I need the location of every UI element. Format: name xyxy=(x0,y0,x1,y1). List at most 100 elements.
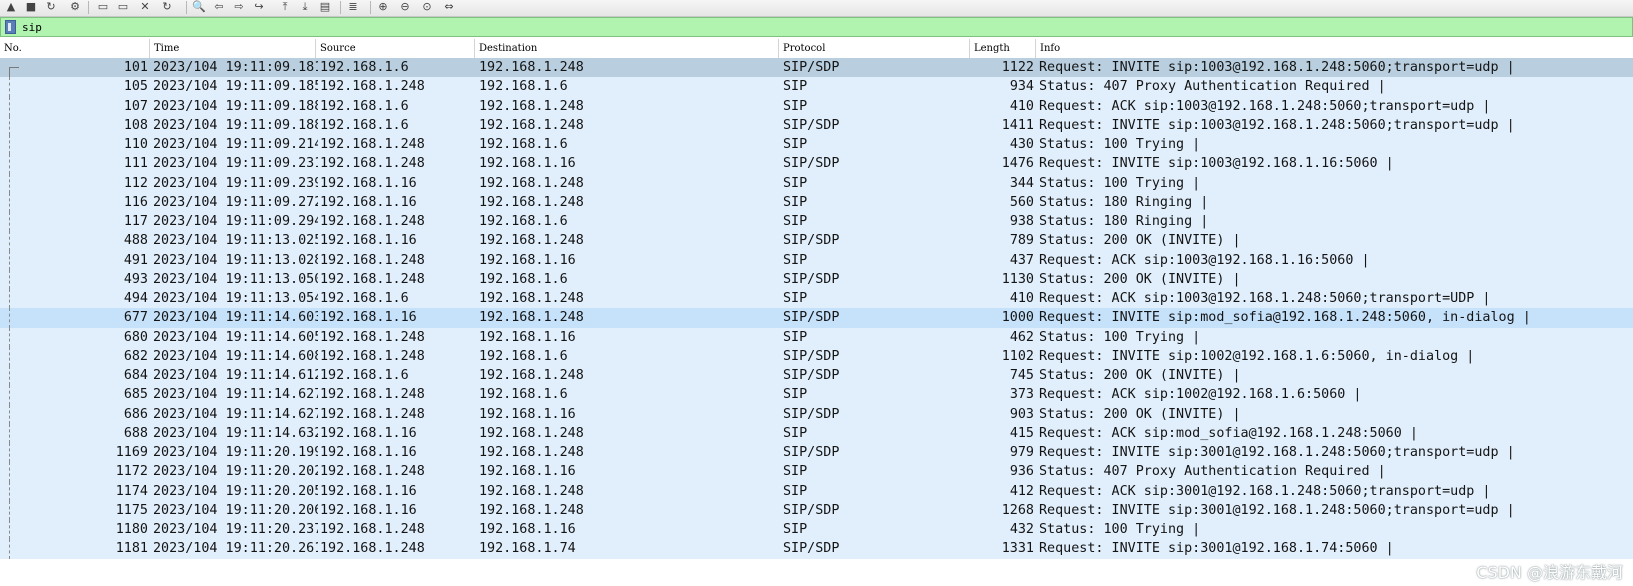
packet-destination: 192.168.1.248 xyxy=(479,425,584,441)
packet-number: 108 xyxy=(123,117,148,133)
packet-row[interactable]: 491 2023/104 19:11:13.028 192.168.1.248 192… xyxy=(0,250,1633,270)
first-icon[interactable]: ⤒ xyxy=(278,0,292,13)
zoom-normal-icon[interactable]: ⊙ xyxy=(420,0,434,13)
filter-bookmark-icon[interactable] xyxy=(5,20,16,34)
packet-row[interactable]: 112 2023/104 19:11:09.239 192.168.1.16 192.… xyxy=(0,173,1633,193)
packet-length: 430 xyxy=(1009,137,1034,152)
restart-icon[interactable]: ↻ xyxy=(44,0,58,13)
packet-destination: 192.168.1.74 xyxy=(479,541,576,557)
zoom-in-icon[interactable]: ⊕ xyxy=(376,0,390,13)
back-icon[interactable]: ⇦ xyxy=(212,0,226,13)
packet-protocol: SIP xyxy=(783,252,808,268)
packet-length: 410 xyxy=(1009,98,1034,114)
packet-number: 680 xyxy=(123,329,148,345)
reload-icon[interactable]: ↻ xyxy=(160,0,174,13)
packet-row[interactable]: 685 2023/104 19:11:14.627 192.168.1.248 192… xyxy=(0,385,1633,405)
packet-source: 192.168.1.248 xyxy=(320,137,425,152)
packet-protocol: SIP/SDP xyxy=(783,271,840,287)
shark-fin-icon[interactable]: ▲ xyxy=(4,0,18,13)
packet-length: 437 xyxy=(1009,252,1034,268)
packet-source: 192.168.1.248 xyxy=(320,406,425,422)
packet-time: 2023/104 19:11:13.028 xyxy=(153,252,318,268)
packet-time: 2023/104 19:11:09.231 xyxy=(153,156,318,172)
packet-time: 2023/104 19:11:09.214 xyxy=(153,137,318,152)
save-binary-icon[interactable]: ▭ xyxy=(116,0,130,13)
zoom-out-icon[interactable]: ⊖ xyxy=(398,0,412,13)
packet-row[interactable]: 1181 2023/104 19:11:20.261 192.168.1.248 19… xyxy=(0,539,1633,559)
conversation-line-marker xyxy=(9,77,11,97)
packet-row[interactable]: 684 2023/104 19:11:14.612 192.168.1.6 192.1… xyxy=(0,366,1633,386)
conversation-line-marker xyxy=(9,308,11,328)
conversation-line-marker xyxy=(9,154,11,174)
packet-time: 2023/104 19:11:20.261 xyxy=(153,541,318,557)
goto-icon[interactable]: ↪ xyxy=(252,0,266,13)
packet-row[interactable]: 116 2023/104 19:11:09.272 192.168.1.16 192.… xyxy=(0,192,1633,212)
column-header-destination[interactable]: Destination xyxy=(475,39,779,58)
packet-row[interactable]: 494 2023/104 19:11:13.054 192.168.1.6 192.1… xyxy=(0,289,1633,309)
column-header-protocol[interactable]: Protocol xyxy=(779,39,970,58)
packet-protocol: SIP xyxy=(783,194,808,210)
packet-row[interactable]: 1180 2023/104 19:11:20.237 192.168.1.248 19… xyxy=(0,520,1633,540)
column-header-info[interactable]: Info xyxy=(1036,39,1633,58)
packet-info: Status: 100 Trying | xyxy=(1039,522,1201,537)
packet-protocol: SIP xyxy=(783,425,808,441)
packet-time: 2023/104 19:11:13.025 xyxy=(153,233,318,249)
packet-number: 117 xyxy=(123,214,148,229)
open-folder-icon[interactable]: ▭ xyxy=(96,0,110,13)
packet-row[interactable]: 107 2023/104 19:11:09.188 192.168.1.6 192.1… xyxy=(0,96,1633,116)
packet-row[interactable]: 1175 2023/104 19:11:20.206 192.168.1.16 192… xyxy=(0,500,1633,520)
column-header-no[interactable]: No. xyxy=(0,39,150,58)
packet-row[interactable]: 111 2023/104 19:11:09.231 192.168.1.248 192… xyxy=(0,154,1633,174)
packet-row[interactable]: 101 2023/104 19:11:09.181 192.168.1.6 192.1… xyxy=(0,58,1633,78)
packet-destination: 192.168.1.248 xyxy=(479,117,584,133)
packet-row[interactable]: 1172 2023/104 19:11:20.202 192.168.1.248 19… xyxy=(0,462,1633,482)
packet-info: Status: 180 Ringing | xyxy=(1039,194,1209,210)
packet-row[interactable]: 1169 2023/104 19:11:20.199 192.168.1.16 192… xyxy=(0,443,1633,463)
packet-length: 432 xyxy=(1009,522,1034,537)
packet-row[interactable]: 677 2023/104 19:11:14.603 192.168.1.16 192.… xyxy=(0,308,1633,328)
packet-protocol: SIP xyxy=(783,483,808,499)
packet-length: 936 xyxy=(1009,464,1034,480)
find-icon[interactable]: 🔍 xyxy=(192,0,206,13)
packet-number: 491 xyxy=(123,252,148,268)
packet-time: 2023/104 19:11:14.608 xyxy=(153,348,318,364)
packet-row[interactable]: 105 2023/104 19:11:09.185 192.168.1.248 192… xyxy=(0,77,1633,97)
packet-info: Status: 200 OK (INVITE) | xyxy=(1039,368,1241,383)
autoscroll-icon[interactable]: ▤ xyxy=(318,0,332,13)
packet-row[interactable]: 110 2023/104 19:11:09.214 192.168.1.248 192… xyxy=(0,135,1633,155)
forward-icon[interactable]: ⇨ xyxy=(232,0,246,13)
packet-destination: 192.168.1.248 xyxy=(479,291,584,306)
column-header-time[interactable]: Time xyxy=(150,39,316,58)
column-header-source[interactable]: Source xyxy=(316,39,475,58)
packet-row[interactable]: 680 2023/104 19:11:14.605 192.168.1.248 192… xyxy=(0,327,1633,347)
last-icon[interactable]: ⤓ xyxy=(298,0,312,13)
display-filter-input[interactable] xyxy=(22,19,1582,35)
packet-length: 745 xyxy=(1009,368,1034,383)
options-icon[interactable]: ⚙ xyxy=(68,0,82,13)
packet-row[interactable]: 682 2023/104 19:11:14.608 192.168.1.248 192… xyxy=(0,346,1633,366)
packet-row[interactable]: 686 2023/104 19:11:14.627 192.168.1.248 192… xyxy=(0,404,1633,424)
conversation-line-marker xyxy=(9,500,11,520)
stop-icon[interactable]: ■ xyxy=(24,0,38,13)
packet-info: Request: ACK sip:3001@192.168.1.248:5060… xyxy=(1039,483,1491,499)
packet-destination: 192.168.1.16 xyxy=(479,329,576,345)
resize-columns-icon[interactable]: ⇔ xyxy=(442,0,456,13)
column-header-length[interactable]: Length xyxy=(970,39,1036,58)
packet-row[interactable]: 108 2023/104 19:11:09.188 192.168.1.6 192.1… xyxy=(0,115,1633,135)
packet-row[interactable]: 493 2023/104 19:11:13.050 192.168.1.248 192… xyxy=(0,269,1633,289)
packet-row[interactable]: 488 2023/104 19:11:13.025 192.168.1.16 192.… xyxy=(0,231,1633,251)
packet-length: 1268 xyxy=(1001,502,1034,518)
conversation-line-marker xyxy=(9,289,11,309)
colorize-icon[interactable]: ≣ xyxy=(346,0,360,13)
packet-number: 101 xyxy=(123,60,148,75)
packet-row[interactable]: 1174 2023/104 19:11:20.205 192.168.1.16 192… xyxy=(0,481,1633,501)
packet-length: 1102 xyxy=(1001,348,1034,364)
packet-row[interactable]: 117 2023/104 19:11:09.294 192.168.1.248 192… xyxy=(0,212,1633,232)
packet-info: Request: ACK sip:mod_sofia@192.168.1.248… xyxy=(1039,425,1418,441)
packet-list[interactable]: 101 2023/104 19:11:09.181 192.168.1.6 192.1… xyxy=(0,58,1633,586)
packet-row[interactable]: 688 2023/104 19:11:14.632 192.168.1.16 192.… xyxy=(0,423,1633,443)
main-toolbar: ▲ ■ ↻ ⚙ ▭ ▭ ✕ ↻ 🔍 ⇦ ⇨ ↪ ⤒ ⤓ ▤ ≣ ⊕ ⊖ ⊙ ⇔ xyxy=(0,0,1633,17)
packet-info: Status: 100 Trying | xyxy=(1039,137,1201,152)
close-file-icon[interactable]: ✕ xyxy=(138,0,152,13)
packet-length: 1476 xyxy=(1001,156,1034,172)
